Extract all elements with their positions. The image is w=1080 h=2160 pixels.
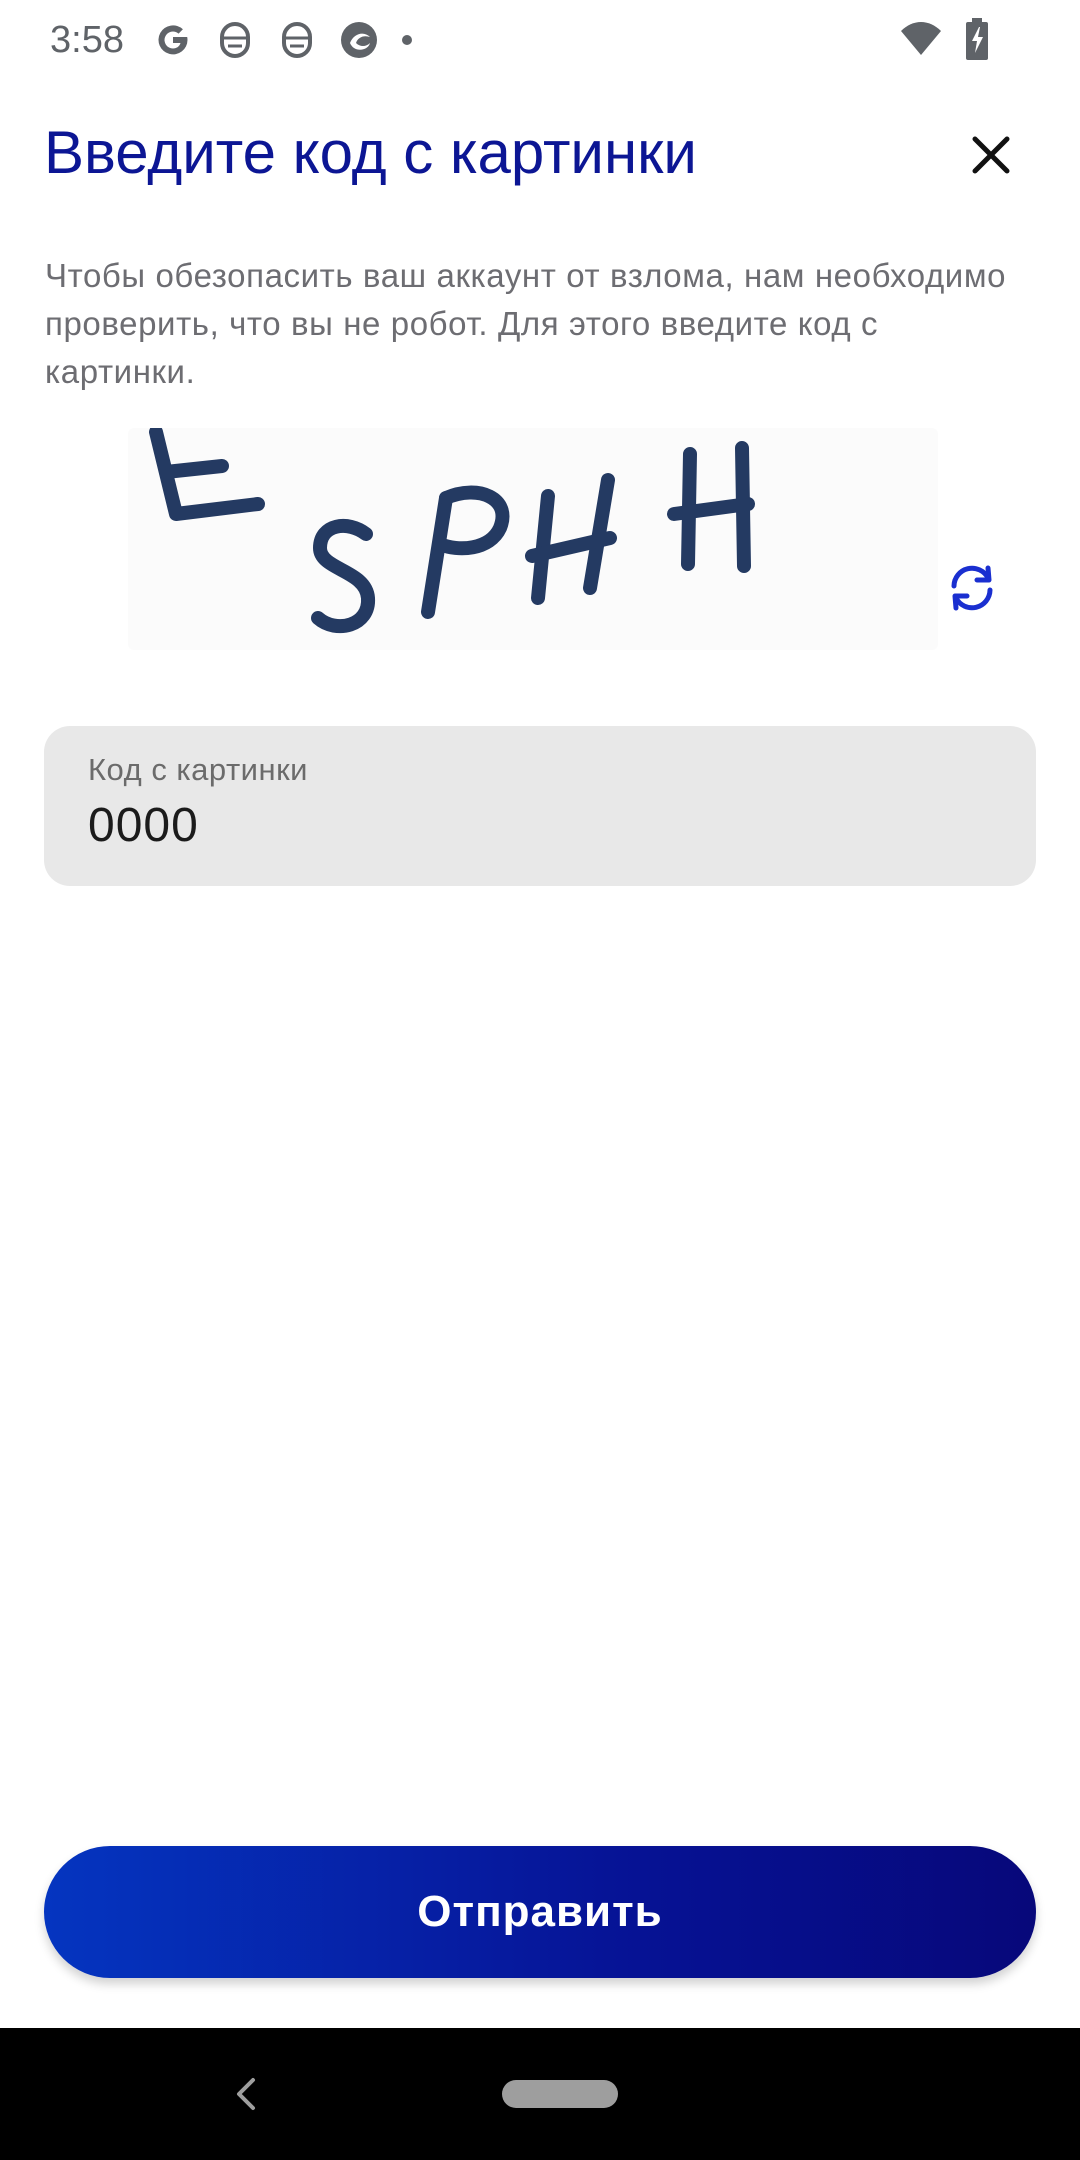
code-field-label: Код с картинки	[88, 752, 308, 787]
captcha-image	[128, 425, 938, 650]
back-button[interactable]	[220, 2068, 272, 2120]
captcha-glyph-p	[421, 485, 510, 619]
captcha-picture	[149, 425, 755, 634]
more-notifications-dot	[401, 35, 412, 45]
back-chevron-icon	[237, 2078, 255, 2110]
captcha-glyph-h2	[667, 441, 755, 573]
close-button[interactable]	[960, 124, 1022, 186]
captcha-glyph-h1	[525, 473, 617, 605]
refresh-icon	[951, 565, 993, 611]
captcha-code-field[interactable]: Код с картинки	[44, 726, 1036, 886]
status-bar: 3:58	[0, 0, 1080, 80]
refresh-captcha-button[interactable]	[940, 556, 1004, 620]
wifi-icon	[898, 16, 944, 62]
battery-charging-icon	[954, 16, 1000, 62]
description-text: Чтобы обезопасить ваш аккаунт от взлома,…	[45, 257, 1007, 390]
status-time: 3:58	[50, 18, 124, 61]
page-title: Введите код с картинки	[44, 119, 697, 186]
notification-icon	[212, 17, 258, 63]
notification-icon	[274, 17, 320, 63]
home-pill-button[interactable]	[502, 2080, 618, 2108]
close-icon	[972, 136, 1010, 174]
submit-button[interactable]: Отправить	[44, 1846, 1036, 1978]
navigation-bar	[0, 2028, 1080, 2160]
code-input[interactable]	[88, 798, 992, 853]
browser-icon	[336, 17, 382, 63]
captcha-screen: 3:58 Введите код с картинки Чтобы обезоп…	[0, 0, 1080, 2160]
captcha-glyph-s	[311, 519, 375, 634]
google-icon	[150, 17, 196, 63]
captcha-glyph-e	[149, 425, 265, 521]
status-right-group	[898, 16, 1010, 62]
